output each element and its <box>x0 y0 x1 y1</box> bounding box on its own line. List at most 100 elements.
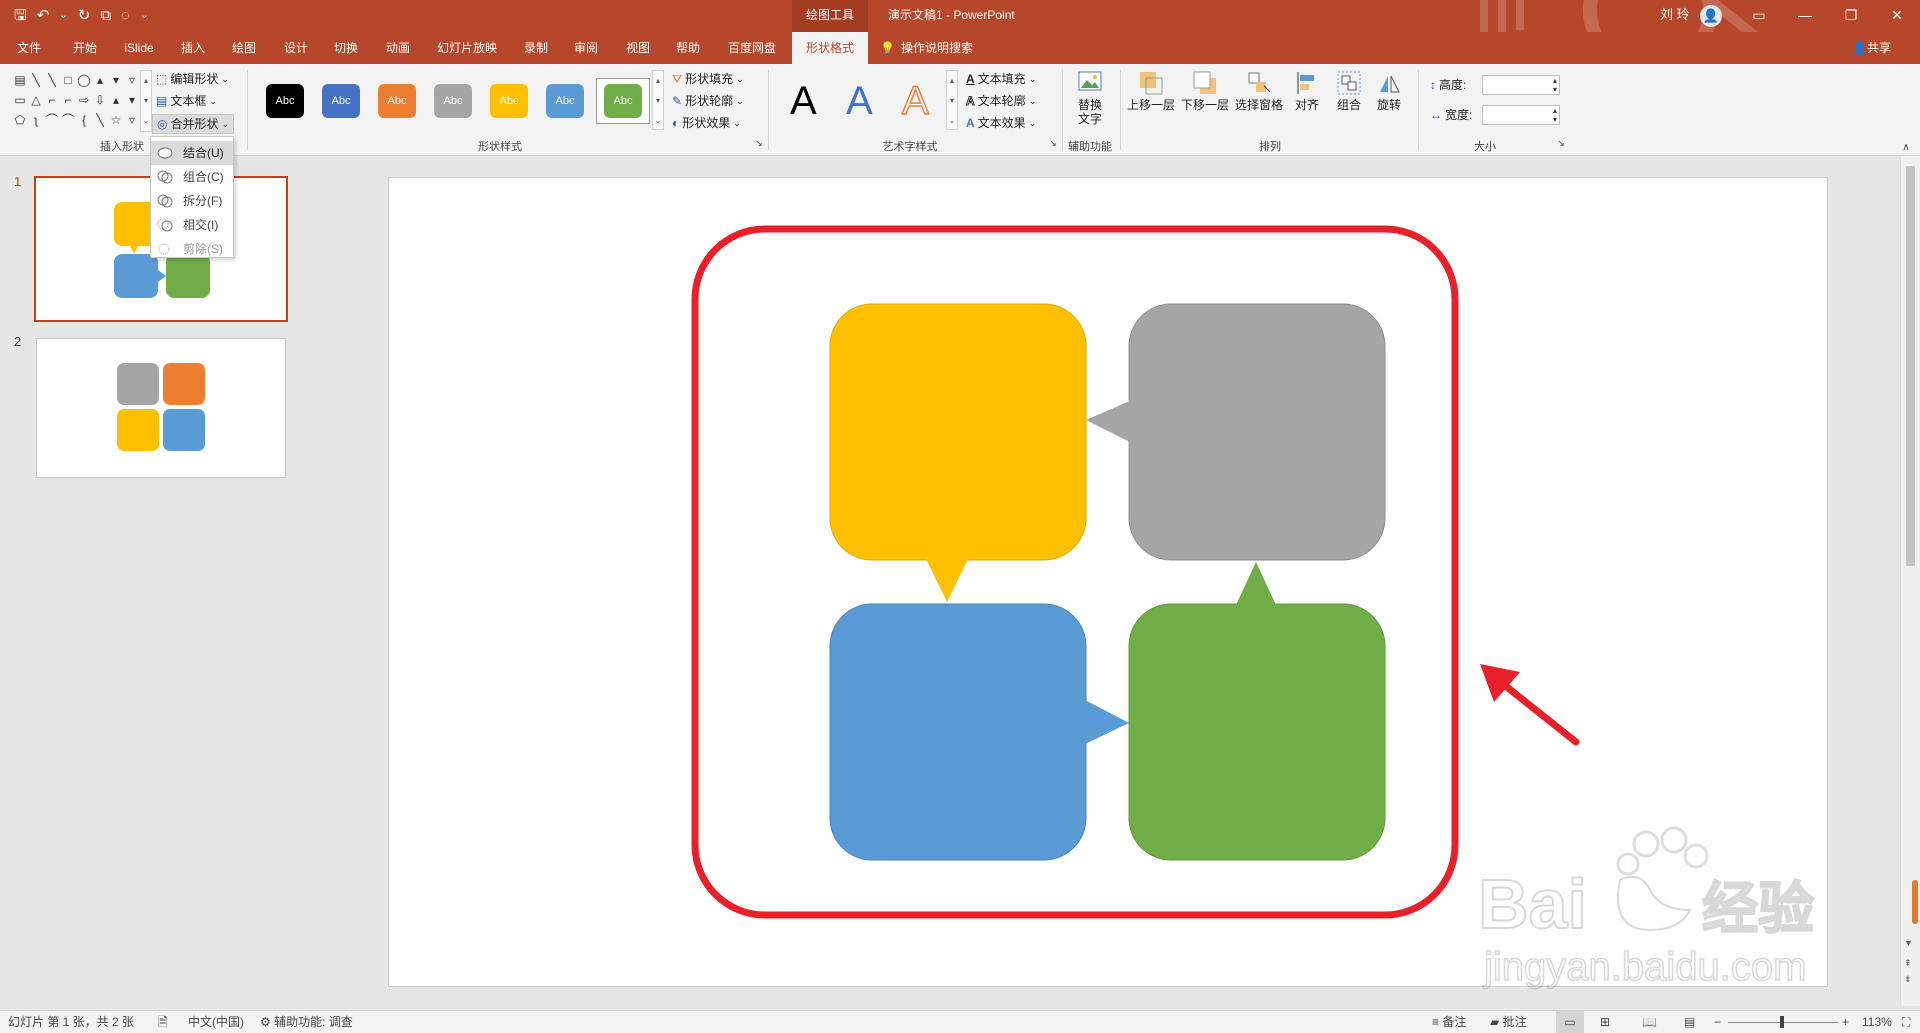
textbox-button[interactable]: ▤ 文本框 ⌄ <box>156 92 217 110</box>
slideshow-view-icon[interactable]: ▤ <box>1684 1011 1695 1033</box>
height-spinner-icon[interactable]: ▴ ▾ <box>1553 76 1557 94</box>
shape-option-icon[interactable]: ⌐ <box>44 90 60 110</box>
height-input[interactable]: ▴ ▾ <box>1482 75 1560 95</box>
minimize-icon[interactable]: — <box>1782 0 1828 32</box>
shape-style-swatch[interactable]: Abc <box>378 84 416 118</box>
undo-icon[interactable]: ↶ <box>37 0 50 32</box>
tab-design[interactable]: 设计 <box>276 32 316 64</box>
shape-style-swatch[interactable]: Abc <box>604 84 642 118</box>
tab-slideshow[interactable]: 幻灯片放映 <box>430 32 504 64</box>
undo-menu-icon[interactable]: ⌄ <box>59 0 67 32</box>
shape-gallery-scroll[interactable]: ▴ ▾ ⌄ <box>140 70 152 132</box>
wordart-blue[interactable]: A <box>846 76 873 126</box>
menu-item-union[interactable]: 结合(U) <box>151 141 233 165</box>
shape-option-icon[interactable]: ⇩ <box>92 90 108 110</box>
scroll-down-icon[interactable]: ▼ <box>1904 938 1913 948</box>
tab-tell-me-search[interactable]: 💡 操作说明搜索 <box>880 32 1004 64</box>
shape-style-swatch[interactable]: Abc <box>322 84 360 118</box>
edit-shape-button[interactable]: ⬚ 编辑形状 ⌄ <box>156 70 229 88</box>
shape-option-icon[interactable]: ⬠ <box>12 110 28 130</box>
accessibility-status[interactable]: ⚙ 辅助功能: 调查 <box>260 1011 353 1033</box>
menu-item-fragment[interactable]: 拆分(F) <box>151 189 233 213</box>
redo-icon[interactable]: ↻ <box>78 0 91 32</box>
tab-view[interactable]: 视图 <box>618 32 658 64</box>
normal-view-icon[interactable]: ▭ <box>1556 1011 1584 1033</box>
shape-fill-button[interactable]: ⛛ 形状填充 ⌄ <box>672 70 744 88</box>
alt-text-button[interactable]: 替换 文字 <box>1068 70 1112 126</box>
menu-item-combine[interactable]: 组合(C) <box>151 165 233 189</box>
wordart-gallery-scroll[interactable]: ▴ ▾ ⌄ <box>946 70 958 130</box>
tab-islide[interactable]: iSlide <box>116 32 162 64</box>
close-icon[interactable]: ✕ <box>1874 0 1920 32</box>
callout-gray[interactable] <box>1086 303 1386 561</box>
shape-option-icon[interactable]: ▿ <box>124 70 140 90</box>
shape-gallery[interactable]: ▤ ╲ ╲ □ ◯ ▴ ▾ ▿ ▭ △ ⌐ ⌐ ⇨ ⇩ ▴ ▾ ⬠ ʅ ⌒ ⌒{╲ ☆ ▿ <box>12 70 140 134</box>
callout-yellow[interactable] <box>829 303 1087 602</box>
slide-thumbnail-2[interactable] <box>36 338 286 478</box>
style-gallery-scroll[interactable]: ▴ ▾ ⌄ <box>652 70 664 130</box>
tab-shape-format[interactable]: 形状格式 <box>792 32 868 64</box>
share-button[interactable]: 👤共享 <box>1852 32 1891 64</box>
send-backward-button[interactable]: 下移一层 <box>1180 70 1230 112</box>
zoom-out-button[interactable]: − <box>1714 1011 1721 1033</box>
shape-option-icon[interactable]: □ <box>60 70 76 90</box>
tab-animations[interactable]: 动画 <box>378 32 418 64</box>
comments-button[interactable]: ▰ 批注 <box>1490 1011 1527 1033</box>
shape-option-icon[interactable]: ╲ <box>44 70 60 90</box>
shape-option-icon[interactable]: ▴ <box>92 70 108 90</box>
shape-option-icon[interactable]: ⌒ <box>60 110 76 130</box>
shape-style-swatch[interactable]: Abc <box>546 84 584 118</box>
collapse-ribbon-icon[interactable]: ∧ <box>1900 142 1912 153</box>
shape-style-swatch[interactable]: Abc <box>266 84 304 118</box>
scrollbar-thumb[interactable] <box>1906 166 1915 566</box>
touch-mode-icon[interactable]: ◌ <box>121 0 130 32</box>
tab-draw[interactable]: 绘图 <box>224 32 264 64</box>
shape-option-icon[interactable]: ʅ <box>28 110 44 130</box>
restore-icon[interactable]: ❐ <box>1828 0 1874 32</box>
reading-view-icon[interactable]: 📖 <box>1642 1011 1657 1033</box>
shape-option-icon[interactable]: ⌒ <box>44 110 60 130</box>
tab-record[interactable]: 录制 <box>516 32 556 64</box>
shape-option-icon[interactable]: ⇨ <box>76 90 92 110</box>
shape-option-icon[interactable]: △ <box>28 90 44 110</box>
bring-forward-button[interactable]: 上移一层 <box>1126 70 1176 112</box>
shape-option-icon[interactable]: ▾ <box>108 70 124 90</box>
notes-button[interactable]: ≡ 备注 <box>1432 1011 1466 1033</box>
shape-style-swatch[interactable]: Abc <box>434 84 472 118</box>
vertical-scrollbar[interactable] <box>1900 156 1920 1006</box>
shape-outline-button[interactable]: ✎ 形状轮廓 ⌄ <box>672 92 744 110</box>
selection-pane-button[interactable]: 选择窗格 <box>1232 70 1286 112</box>
text-fill-button[interactable]: A 文本填充 ⌄ <box>966 70 1036 88</box>
group-button[interactable]: 组合 <box>1332 70 1366 112</box>
user-avatar-icon[interactable]: 👤 <box>1700 5 1722 27</box>
shape-option-icon[interactable]: ◯ <box>76 70 92 90</box>
zoom-in-button[interactable]: + <box>1842 1011 1849 1033</box>
shape-option-icon[interactable]: ▤ <box>12 70 28 90</box>
shape-option-icon[interactable]: ☆ <box>108 110 124 130</box>
callout-green[interactable] <box>1128 562 1386 861</box>
slide-sorter-icon[interactable]: ⊞ <box>1600 1011 1610 1033</box>
tab-insert[interactable]: 插入 <box>174 32 212 64</box>
fit-slide-icon[interactable]: ⛶ <box>1902 1011 1910 1033</box>
zoom-level[interactable]: 113% <box>1862 1011 1892 1033</box>
user-name[interactable]: 刘 玲 <box>1660 0 1690 30</box>
shape-style-swatch[interactable]: Abc <box>490 84 528 118</box>
wordart-orange-outline[interactable]: A <box>901 76 929 126</box>
size-launcher-icon[interactable]: ↘ <box>1556 138 1566 149</box>
shape-option-icon[interactable]: ╲ <box>28 70 44 90</box>
shape-option-icon[interactable]: ▾ <box>124 90 140 110</box>
shape-option-icon[interactable]: ╲ <box>92 110 108 130</box>
spelling-icon[interactable]: 🗎 <box>158 1011 168 1033</box>
shape-option-icon[interactable]: ▭ <box>12 90 28 110</box>
align-button[interactable]: 对齐 <box>1290 70 1324 112</box>
zoom-slider-thumb[interactable] <box>1780 1016 1784 1028</box>
tab-transitions[interactable]: 切换 <box>326 32 366 64</box>
language-indicator[interactable]: 中文(中国) <box>188 1011 244 1033</box>
shape-option-icon[interactable]: ▴ <box>108 90 124 110</box>
present-from-start-icon[interactable]: ⧉ <box>100 0 111 32</box>
shape-styles-launcher-icon[interactable]: ↘ <box>754 138 764 149</box>
text-effects-button[interactable]: A 文本效果 ⌄ <box>966 114 1036 132</box>
width-input[interactable]: ▴ ▾ <box>1482 105 1560 125</box>
next-slide-icon[interactable]: ⇟ <box>1904 974 1912 985</box>
text-outline-button[interactable]: A 文本轮廓 ⌄ <box>966 92 1037 110</box>
